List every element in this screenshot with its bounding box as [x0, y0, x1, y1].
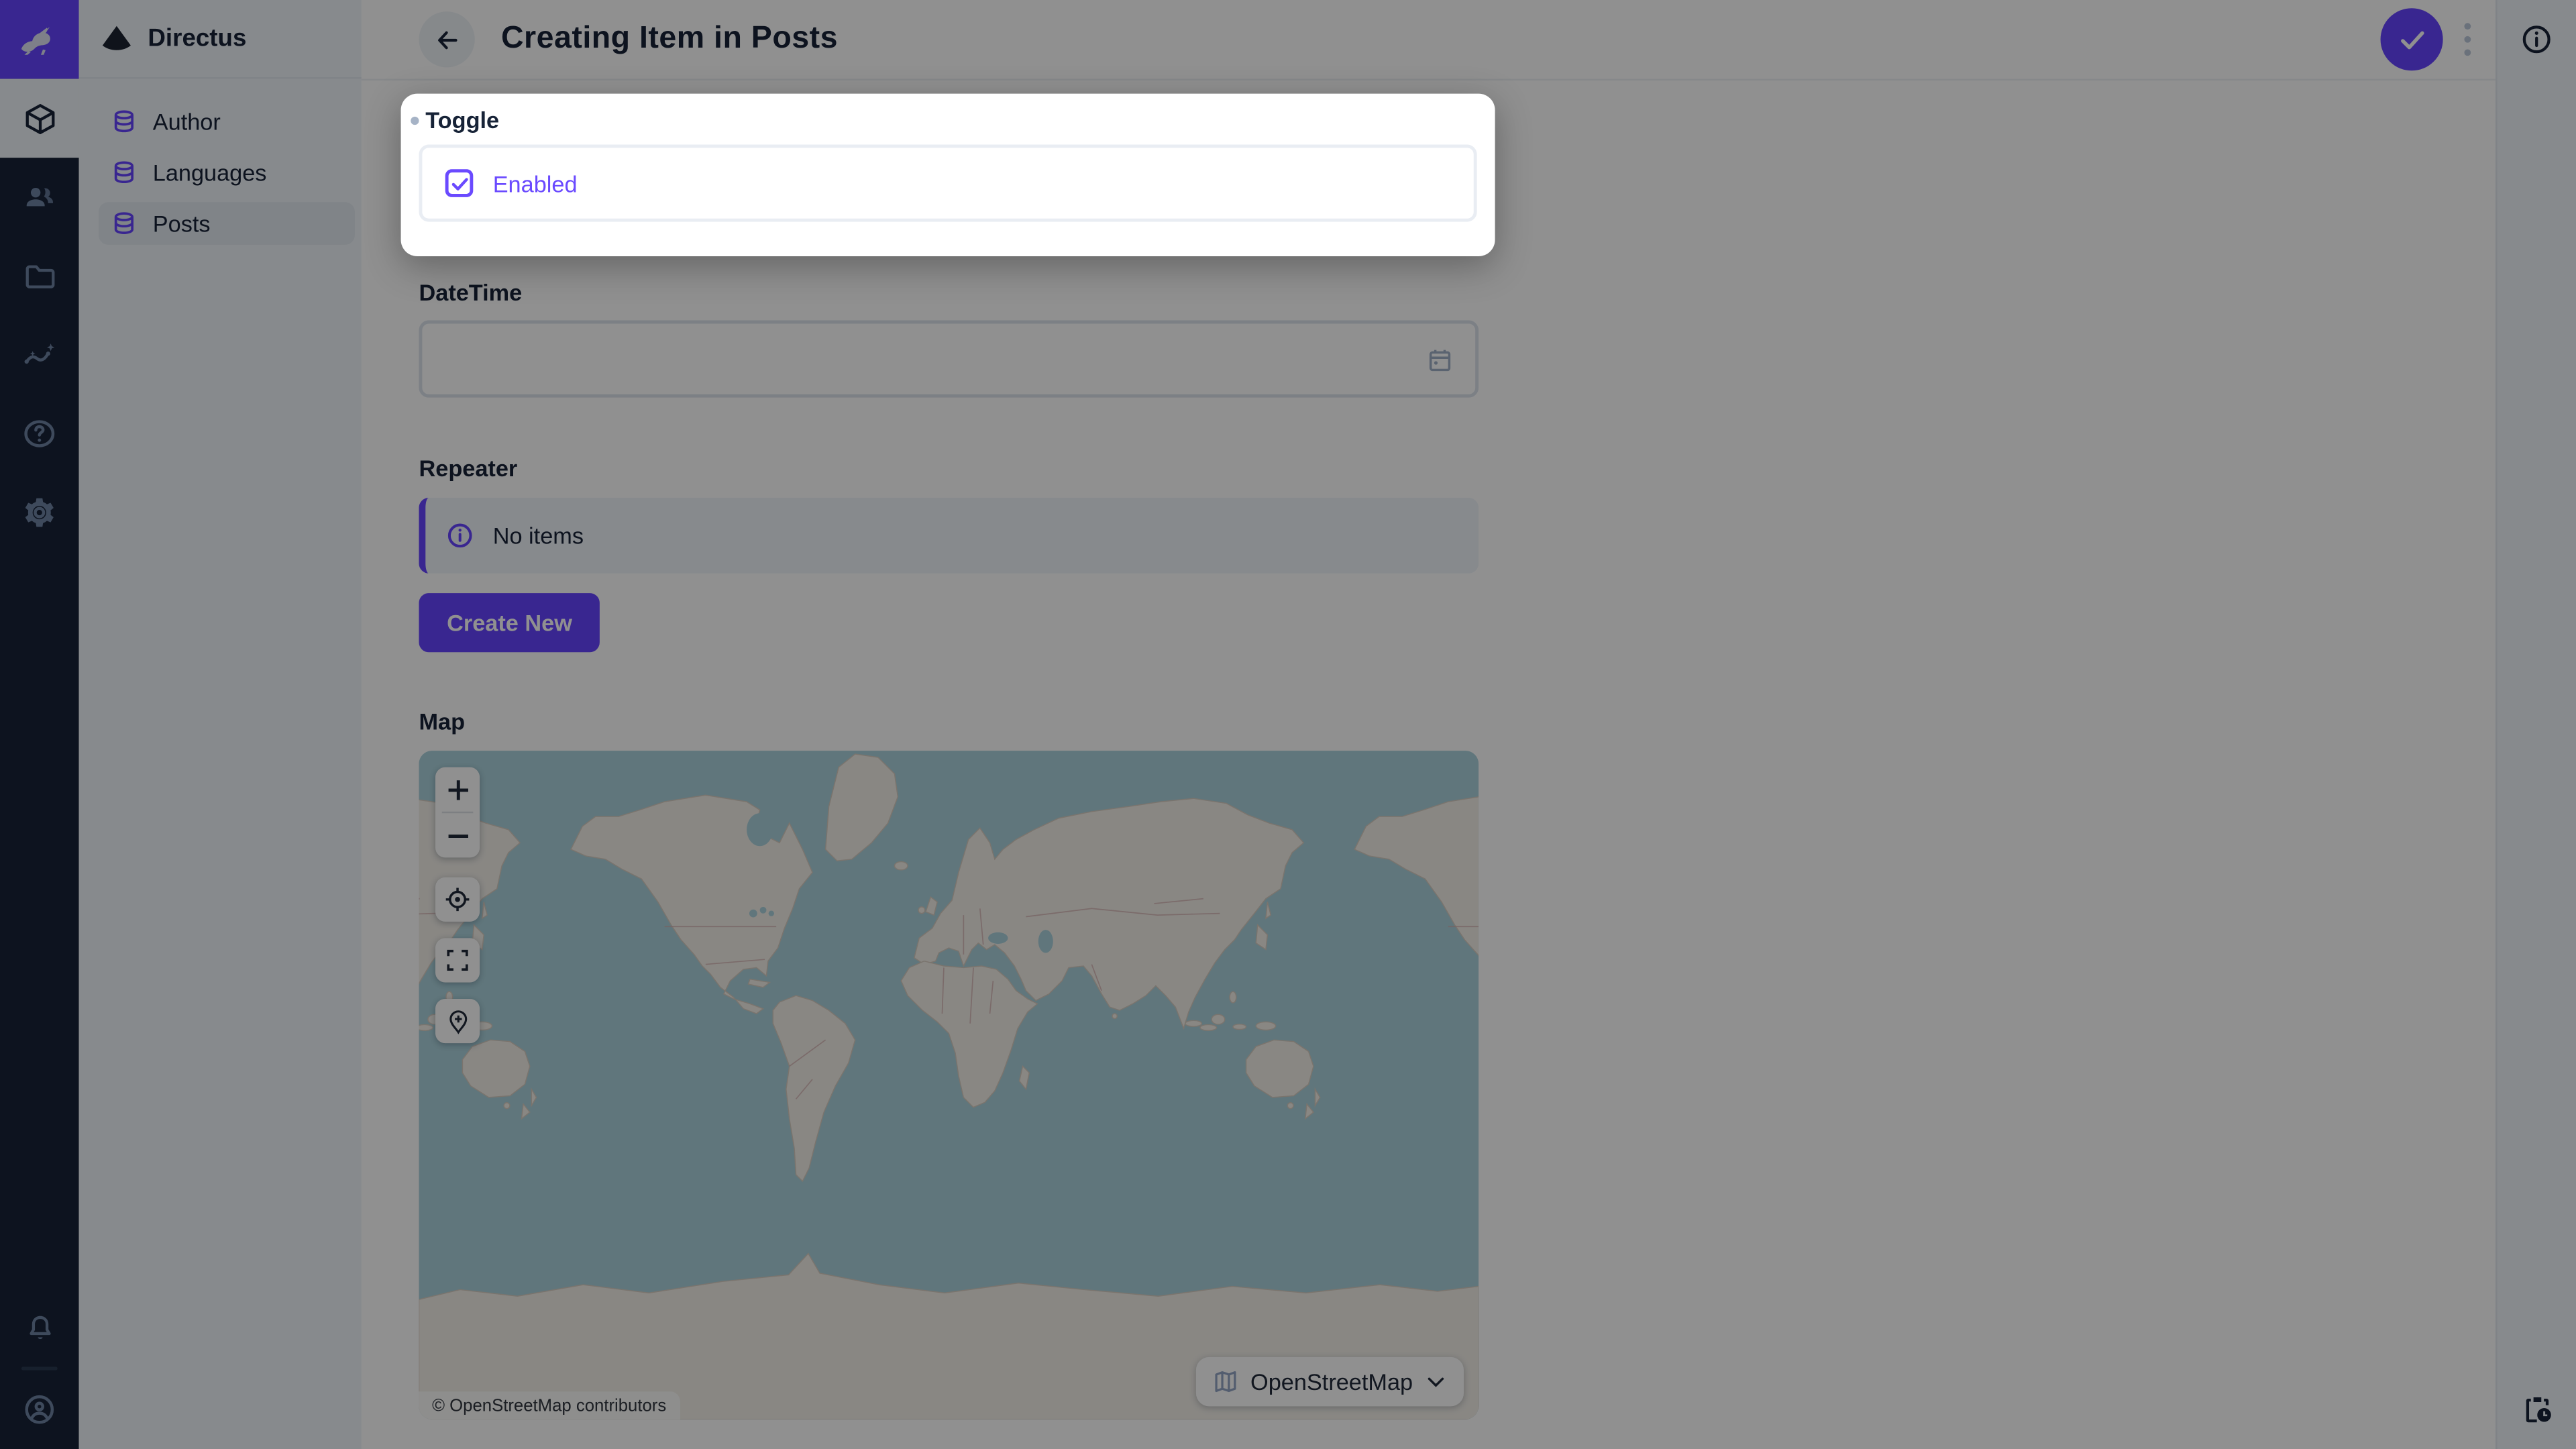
edited-indicator-dot [411, 116, 419, 124]
directus-app: Directus Author Languages Posts [0, 0, 2576, 1449]
check-icon [449, 173, 469, 193]
toggle-value-label: Enabled [493, 170, 578, 196]
field-label: Toggle [425, 107, 499, 133]
toggle-input: Enabled [419, 145, 1477, 222]
toggle-field-card: Toggle Enabled [401, 94, 1495, 256]
toggle-checkbox[interactable] [445, 169, 474, 197]
